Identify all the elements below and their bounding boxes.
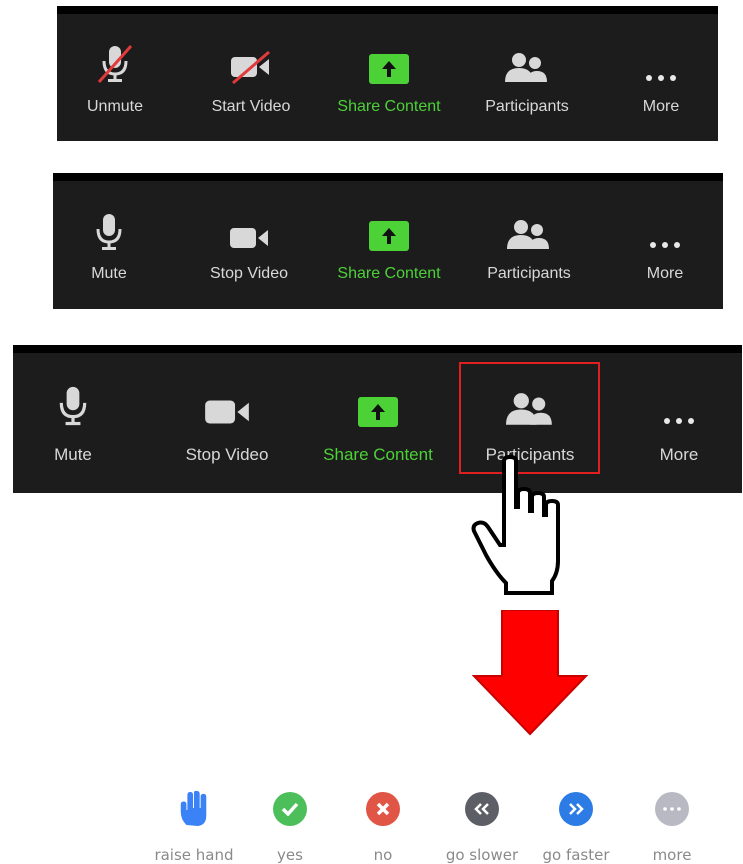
yes-button[interactable]: yes xyxy=(262,792,318,864)
mute-button[interactable]: Mute xyxy=(41,353,105,493)
x-icon xyxy=(366,792,400,826)
more-label: More xyxy=(646,265,684,282)
microphone-icon xyxy=(59,385,87,427)
go-slower-label: go slower xyxy=(445,846,519,864)
mute-label: Mute xyxy=(91,265,127,282)
more-label: More xyxy=(659,445,699,464)
share-content-button[interactable]: Share Content xyxy=(327,181,451,309)
stop-video-button[interactable]: Stop Video xyxy=(203,181,295,309)
no-label: no xyxy=(373,846,393,864)
more-dots-icon xyxy=(664,418,694,424)
participants-button[interactable]: Participants xyxy=(475,14,579,141)
more-dots-icon xyxy=(646,75,676,81)
stop-video-label: Stop Video xyxy=(210,265,288,282)
more-dots-icon xyxy=(655,792,689,826)
participants-icon xyxy=(507,220,549,249)
microphone-icon xyxy=(96,213,122,251)
share-arrow-icon xyxy=(358,397,398,427)
more-dots-icon xyxy=(650,242,680,248)
raise-hand-button[interactable]: raise hand xyxy=(146,790,242,864)
go-faster-label: go faster xyxy=(542,846,610,864)
more-button[interactable]: More xyxy=(629,181,701,309)
reactions-bar: raise hand yes no go slower go faster mo… xyxy=(0,790,743,864)
raise-hand-icon xyxy=(177,790,211,826)
share-content-button[interactable]: Share Content xyxy=(327,14,451,141)
video-camera-icon xyxy=(205,400,249,424)
toolbar-muted: Unmute Start Video Share Content Partici… xyxy=(57,6,718,141)
participants-label: Participants xyxy=(487,265,571,282)
more-button[interactable]: More xyxy=(643,353,715,493)
video-camera-icon xyxy=(230,228,268,248)
more-reactions-button[interactable]: more xyxy=(644,792,700,864)
mute-button[interactable]: Mute xyxy=(77,181,141,309)
muted-microphone-icon xyxy=(97,44,133,84)
check-icon xyxy=(273,792,307,826)
double-chevron-left-icon xyxy=(465,792,499,826)
start-video-button[interactable]: Start Video xyxy=(201,14,301,141)
share-arrow-icon xyxy=(369,54,409,84)
stop-video-label: Stop Video xyxy=(185,445,269,464)
toolbar-highlighted: Mute Stop Video Share Content Participan… xyxy=(13,345,742,493)
toolbar-active: Mute Stop Video Share Content Participan… xyxy=(53,173,723,309)
start-video-label: Start Video xyxy=(211,98,291,115)
stop-video-button[interactable]: Stop Video xyxy=(175,353,279,493)
unmute-label: Unmute xyxy=(86,98,144,115)
pointing-hand-cursor-icon xyxy=(471,455,560,595)
share-content-label: Share Content xyxy=(323,445,433,464)
more-button[interactable]: More xyxy=(625,14,697,141)
go-slower-button[interactable]: go slower xyxy=(438,792,526,864)
participants-label: Participants xyxy=(485,98,569,115)
yes-label: yes xyxy=(277,846,303,864)
participants-button[interactable]: Participants xyxy=(477,181,581,309)
mute-label: Mute xyxy=(54,445,92,464)
double-chevron-right-icon xyxy=(559,792,593,826)
down-arrow-icon xyxy=(472,610,588,736)
more-label: More xyxy=(642,98,680,115)
share-content-label: Share Content xyxy=(337,265,441,282)
share-content-button[interactable]: Share Content xyxy=(311,353,445,493)
participants-icon xyxy=(505,53,547,82)
raise-hand-label: raise hand xyxy=(154,846,234,864)
share-arrow-icon xyxy=(369,221,409,251)
go-faster-button[interactable]: go faster xyxy=(532,792,620,864)
video-off-icon xyxy=(231,50,270,84)
share-content-label: Share Content xyxy=(337,98,441,115)
no-button[interactable]: no xyxy=(355,792,411,864)
more-reactions-label: more xyxy=(652,846,692,864)
unmute-button[interactable]: Unmute xyxy=(75,14,155,141)
